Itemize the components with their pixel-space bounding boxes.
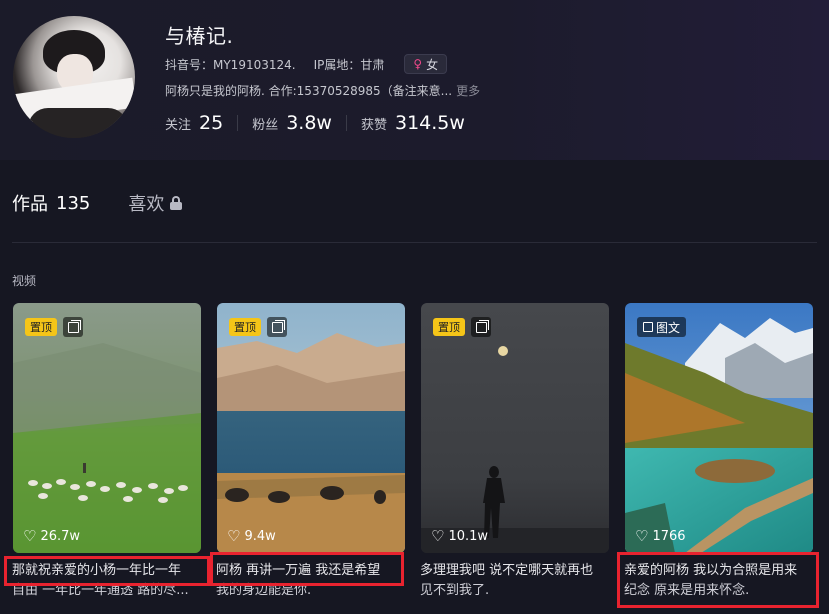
tab-works-label: 作品 [12,194,48,215]
section-label-video: 视频 [12,274,37,288]
caption-line-2: 见不到我了. [420,583,490,598]
gender-label: 女 [426,57,439,72]
profile-signature: 阿杨只是我的阿杨. 合作:15370528985（备注来意... 更多 [165,82,480,99]
caption-line-1: 多理理我吧 说不定哪天就再也 [420,563,594,578]
stat-value: 25 [199,112,224,134]
pinned-badge: 置顶 [229,318,261,336]
multi-image-icon [471,317,491,337]
highlight-box [617,552,819,608]
card-badges: 置顶 [229,317,287,337]
highlight-box [210,552,404,586]
heart-icon: ♡ [227,527,241,545]
photo-post-label: 图文 [656,320,681,335]
stat-likes-received: 获赞 314.5w [361,112,465,134]
female-icon: ♀ [413,57,423,71]
photo-post-badge: 图文 [637,317,687,337]
stat-label: 关注 [165,118,192,133]
like-count-value: 10.1w [448,528,489,544]
video-thumbnail [217,303,405,553]
video-thumbnail [13,303,201,553]
card-badges: 置顶 [25,317,83,337]
stat-label: 粉丝 [252,118,279,133]
stat-divider [237,115,239,131]
lock-icon [170,196,183,210]
photo-thumbnail [625,303,813,553]
like-count-value: 1766 [652,528,686,544]
avatar[interactable] [13,16,135,138]
pinned-badge: 置顶 [25,318,57,336]
highlight-box [4,556,210,586]
tab-works[interactable]: 作品 135 [12,190,90,216]
section-divider [12,242,817,243]
stat-followers[interactable]: 粉丝 3.8w [252,112,332,134]
profile-tabs: 作品 135 喜欢 [12,190,183,216]
tab-works-count: 135 [56,192,91,214]
stat-value: 314.5w [395,112,465,134]
card-badges: 置顶 [433,317,491,337]
multi-image-icon [63,317,83,337]
video-card[interactable]: 置顶 ♡ 26.7w [13,303,201,553]
pinned-badge: 置顶 [433,318,465,336]
like-count: ♡ 10.1w [431,527,488,545]
signature-text: 阿杨只是我的阿杨. 合作:15370528985（备注来意... [165,84,453,98]
profile-name: 与椿记. [165,24,234,48]
video-thumbnail [421,303,609,553]
video-card[interactable]: 置顶 ♡ 10.1w [421,303,609,553]
stat-label: 获赞 [360,118,387,133]
tab-likes[interactable]: 喜欢 [128,190,183,216]
like-count: ♡ 9.4w [227,527,276,545]
like-count: ♡ 26.7w [23,527,80,545]
like-count: ♡ 1766 [635,527,686,545]
douyin-id: 抖音号：MY19103124. [165,57,296,72]
gender-tag: ♀ 女 [404,54,448,74]
multi-image-icon [267,317,287,337]
video-caption[interactable]: 多理理我吧 说不定哪天就再也 见不到我了. [420,561,612,601]
more-link[interactable]: 更多 [456,82,480,99]
like-count-value: 9.4w [244,528,276,544]
heart-icon: ♡ [431,527,445,545]
tab-likes-label: 喜欢 [128,194,165,215]
photo-card[interactable]: 图文 ♡ 1766 [625,303,813,553]
card-badges: 图文 [637,317,687,337]
ip-location: IP属地：甘肃 [313,57,385,72]
stat-divider [345,115,347,131]
heart-icon: ♡ [635,527,649,545]
profile-meta: 抖音号：MY19103124. IP属地：甘肃 ♀ 女 [165,54,448,74]
photo-icon [643,322,653,332]
heart-icon: ♡ [23,527,37,545]
like-count-value: 26.7w [40,528,81,544]
video-card[interactable]: 置顶 ♡ 9.4w [217,303,405,553]
profile-stats: 关注 25 粉丝 3.8w 获赞 314.5w [165,110,465,136]
stat-value: 3.8w [286,112,332,134]
stat-following[interactable]: 关注 25 [165,112,223,134]
